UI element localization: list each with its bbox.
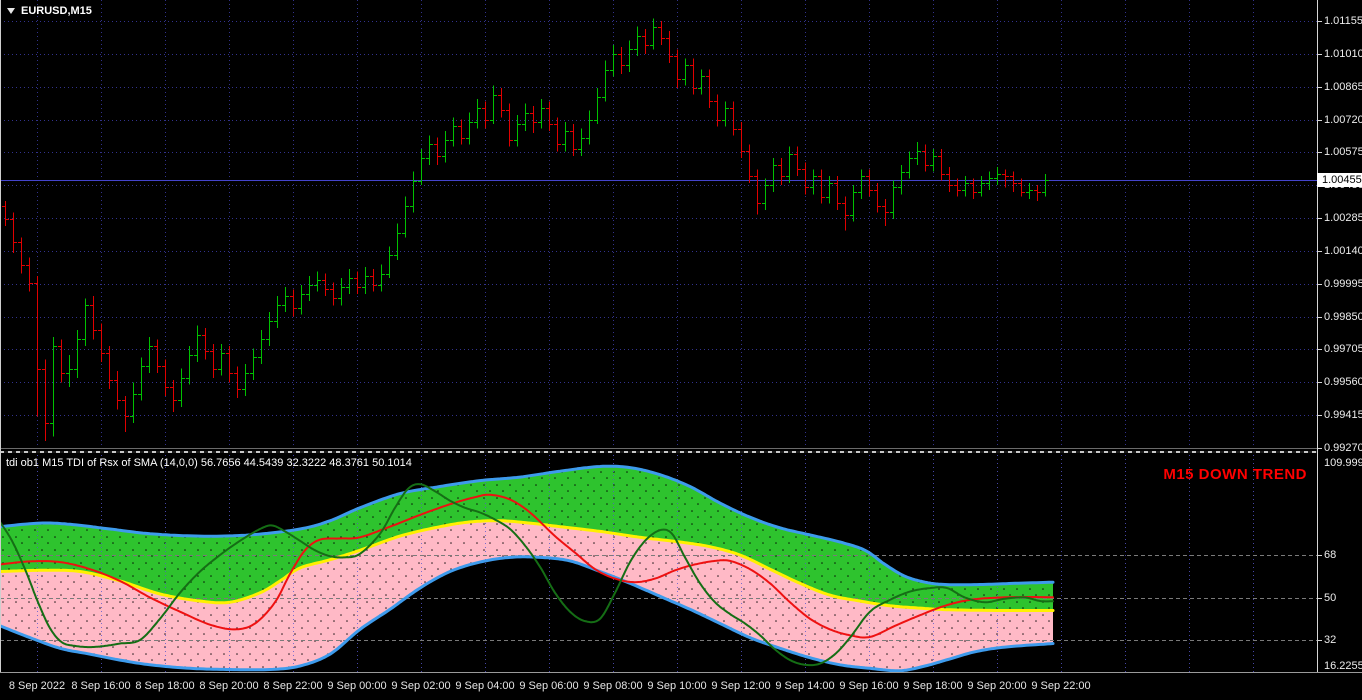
indicator-axis-label: 68: [1324, 549, 1337, 561]
price-axis-label: 0.99850: [1324, 311, 1362, 323]
separator-grip-icon: [0, 451, 1362, 453]
axis-tick: [1318, 251, 1322, 252]
price-axis-label: 1.00865: [1324, 81, 1362, 93]
axis-tick: [1318, 555, 1322, 556]
axis-tick: [1318, 415, 1322, 416]
triangle-down-icon: [7, 8, 15, 14]
indicator-label: tdi ob1 M15 TDI of Rsx of SMA (14,0,0) 5…: [6, 457, 412, 469]
axis-tick: [1318, 21, 1322, 22]
price-axis-label: 1.01155: [1324, 15, 1362, 27]
axis-tick: [1318, 87, 1322, 88]
price-axis-label: 0.99415: [1324, 409, 1362, 421]
price-axis-label: 1.00575: [1324, 146, 1362, 158]
price-axis: 1.01155 1.01010 1.00865 1.00720 1.00575 1.004…: [1317, 0, 1362, 672]
axis-tick: [1318, 152, 1322, 153]
axis-tick: [1318, 120, 1322, 121]
axis-tick: [1318, 218, 1322, 219]
mt4-chart-window: EURUSD,M15 tdi ob1 M15 TDI of Rsx of SMA…: [0, 0, 1362, 700]
current-price-tag: 1.00455: [1317, 173, 1362, 187]
axis-tick: [1318, 349, 1322, 350]
axis-tick: [1318, 640, 1322, 641]
price-axis-label: 1.00720: [1324, 114, 1362, 126]
price-chart-panel[interactable]: [0, 0, 1317, 448]
panel-separator[interactable]: [0, 448, 1362, 455]
time-axis: 8 Sep 2022 8 Sep 16:00 8 Sep 18:00 8 Sep 20…: [0, 672, 1362, 700]
price-axis-label: 0.99995: [1324, 278, 1362, 290]
price-axis-label: 0.99270: [1324, 442, 1362, 454]
indicator-axis-label: 16.2255: [1324, 660, 1362, 672]
price-axis-label: 0.99560: [1324, 376, 1362, 388]
indicator-axis-label: 32: [1324, 634, 1337, 646]
price-axis-label: 1.01010: [1324, 48, 1362, 60]
time-axis-label: 9 Sep 22:00: [1031, 680, 1091, 692]
axis-tick: [1318, 284, 1322, 285]
price-axis-label: 1.00285: [1324, 212, 1362, 224]
symbol-label-text: EURUSD,M15: [21, 5, 92, 17]
indicator-axis-label: 50: [1324, 592, 1337, 604]
symbol-label: EURUSD,M15: [7, 5, 92, 17]
price-axis-label: 0.99705: [1324, 343, 1362, 355]
indicator-axis-label: 109.9999: [1324, 457, 1362, 469]
axis-tick: [1318, 317, 1322, 318]
axis-tick: [1318, 598, 1322, 599]
axis-tick: [1318, 54, 1322, 55]
tdi-indicator-panel[interactable]: [0, 455, 1317, 672]
trend-status-text: M15 DOWN TREND: [1163, 466, 1307, 483]
axis-tick: [1318, 382, 1322, 383]
price-axis-label: 1.00140: [1324, 245, 1362, 257]
axis-tick: [1318, 448, 1322, 449]
